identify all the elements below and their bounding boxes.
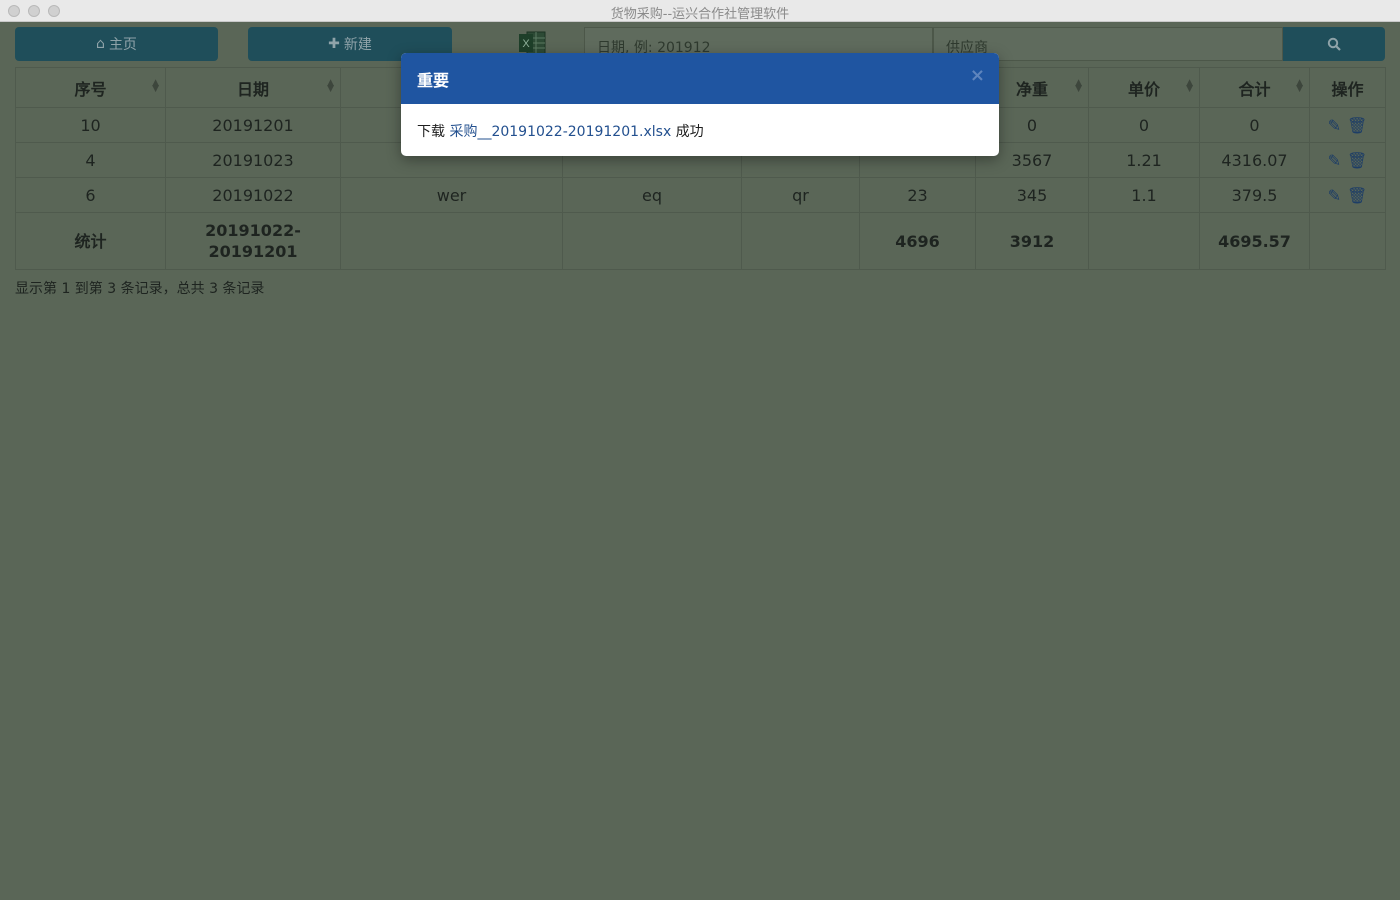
table-row: 6 20191022 wer eq qr 23 345 1.1 379.5 ✎ 🗑	[15, 177, 1386, 213]
column-header-total[interactable]: 合计 ▲ ▼	[1199, 67, 1310, 108]
cell-total: 379.5	[1199, 177, 1310, 213]
dialog-message-prefix: 下载	[417, 124, 445, 140]
summary-actions	[1309, 212, 1386, 270]
window-titlebar: 货物采购--运兴合作社管理软件	[0, 0, 1400, 22]
cell-unit-price: 1.21	[1088, 142, 1200, 178]
cell-unit-price: 1.1	[1088, 177, 1200, 213]
new-button-label: 新建	[343, 37, 372, 53]
summary-col3	[340, 212, 563, 270]
pencil-icon[interactable]: ✎	[1328, 116, 1341, 135]
plus-icon: ✚	[328, 36, 340, 52]
summary-net-weight: 3912	[975, 212, 1089, 270]
cell-actions: ✎ 🗑	[1309, 142, 1386, 178]
cell-index: 4	[15, 142, 166, 178]
summary-col4	[562, 212, 742, 270]
sort-icon: ▲ ▼	[1075, 78, 1082, 94]
dialog-message-suffix: 成功	[675, 124, 704, 140]
column-header-unit-price[interactable]: 单价 ▲ ▼	[1088, 67, 1200, 108]
summary-label: 统计	[15, 212, 166, 270]
pencil-icon[interactable]: ✎	[1328, 151, 1341, 170]
dialog-body: 下载 采购__20191022-20191201.xlsx 成功	[401, 104, 999, 156]
cell-actions: ✎ 🗑	[1309, 107, 1386, 143]
home-button[interactable]: ⌂ 主页	[15, 27, 218, 61]
close-icon[interactable]: ×	[970, 65, 985, 86]
pagination-info: 显示第 1 到第 3 条记录，总共 3 条记录	[15, 281, 265, 297]
cell-unit-price: 0	[1088, 107, 1200, 143]
summary-date-range: 20191022- 20191201	[165, 212, 341, 270]
summary-col5	[741, 212, 860, 270]
dialog-header: 重要 ×	[401, 53, 999, 104]
dialog-title: 重要	[417, 71, 450, 90]
cell-col3: wer	[340, 177, 563, 213]
cell-date: 20191023	[165, 142, 341, 178]
svg-text:X: X	[522, 38, 530, 50]
trash-icon[interactable]: 🗑	[1347, 186, 1367, 205]
summary-row: 统计 20191022- 20191201 4696 3912 4695.57	[15, 212, 1386, 270]
download-success-dialog: 重要 × 下载 采购__20191022-20191201.xlsx 成功	[401, 53, 999, 156]
cell-col4: eq	[562, 177, 742, 213]
sort-icon: ▲ ▼	[327, 78, 334, 94]
column-header-date[interactable]: 日期 ▲ ▼	[165, 67, 341, 108]
cell-index: 10	[15, 107, 166, 143]
cell-total: 0	[1199, 107, 1310, 143]
cell-net-weight: 345	[975, 177, 1089, 213]
search-icon	[1327, 37, 1341, 51]
trash-icon[interactable]: 🗑	[1347, 116, 1367, 135]
window-title: 货物采购--运兴合作社管理软件	[610, 7, 790, 22]
summary-total: 4695.57	[1199, 212, 1310, 270]
sort-icon: ▲ ▼	[152, 78, 159, 94]
search-button[interactable]	[1283, 27, 1385, 61]
summary-col6: 4696	[859, 212, 976, 270]
cell-date: 20191201	[165, 107, 341, 143]
cell-total: 4316.07	[1199, 142, 1310, 178]
excel-icon[interactable]: X	[518, 31, 546, 55]
cell-index: 6	[15, 177, 166, 213]
summary-unit-price	[1088, 212, 1200, 270]
sort-icon: ▲ ▼	[1296, 78, 1303, 94]
cell-actions: ✎ 🗑	[1309, 177, 1386, 213]
home-button-label: 主页	[108, 37, 137, 53]
cell-date: 20191022	[165, 177, 341, 213]
cell-col5: qr	[741, 177, 860, 213]
sort-icon: ▲ ▼	[1186, 78, 1193, 94]
home-icon: ⌂	[96, 36, 105, 52]
column-header-actions: 操作	[1309, 67, 1386, 108]
cell-col6: 23	[859, 177, 976, 213]
trash-icon[interactable]: 🗑	[1347, 151, 1367, 170]
column-header-index[interactable]: 序号 ▲ ▼	[15, 67, 166, 108]
pencil-icon[interactable]: ✎	[1328, 186, 1341, 205]
downloaded-file-link[interactable]: 采购__20191022-20191201.xlsx	[449, 124, 671, 140]
